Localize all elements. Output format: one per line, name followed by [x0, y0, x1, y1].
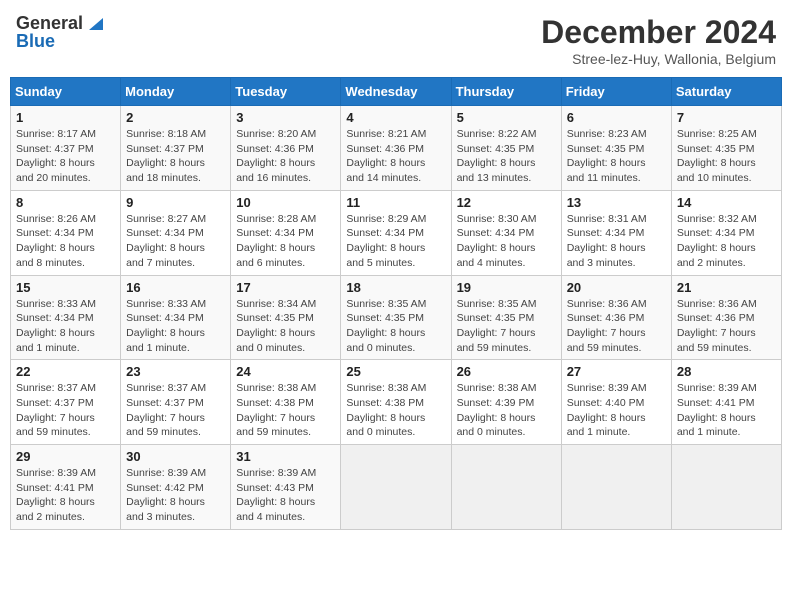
table-row: 30 Sunrise: 8:39 AM Sunset: 4:42 PM Dayl…: [121, 445, 231, 530]
week-row-4: 22 Sunrise: 8:37 AM Sunset: 4:37 PM Dayl…: [11, 360, 782, 445]
table-row: 18 Sunrise: 8:35 AM Sunset: 4:35 PM Dayl…: [341, 275, 451, 360]
table-row: 17 Sunrise: 8:34 AM Sunset: 4:35 PM Dayl…: [231, 275, 341, 360]
table-row: 23 Sunrise: 8:37 AM Sunset: 4:37 PM Dayl…: [121, 360, 231, 445]
calendar-table: Sunday Monday Tuesday Wednesday Thursday…: [10, 77, 782, 530]
table-row: 13 Sunrise: 8:31 AM Sunset: 4:34 PM Dayl…: [561, 190, 671, 275]
table-row: 10 Sunrise: 8:28 AM Sunset: 4:34 PM Dayl…: [231, 190, 341, 275]
table-row: 14 Sunrise: 8:32 AM Sunset: 4:34 PM Dayl…: [671, 190, 781, 275]
table-row: 8 Sunrise: 8:26 AM Sunset: 4:34 PM Dayli…: [11, 190, 121, 275]
logo-general-text: General: [16, 14, 83, 32]
col-saturday: Saturday: [671, 78, 781, 106]
col-tuesday: Tuesday: [231, 78, 341, 106]
week-row-1: 1 Sunrise: 8:17 AM Sunset: 4:37 PM Dayli…: [11, 106, 782, 191]
empty-cell: [341, 445, 451, 530]
table-row: 24 Sunrise: 8:38 AM Sunset: 4:38 PM Dayl…: [231, 360, 341, 445]
table-row: 19 Sunrise: 8:35 AM Sunset: 4:35 PM Dayl…: [451, 275, 561, 360]
table-row: 1 Sunrise: 8:17 AM Sunset: 4:37 PM Dayli…: [11, 106, 121, 191]
table-row: 15 Sunrise: 8:33 AM Sunset: 4:34 PM Dayl…: [11, 275, 121, 360]
col-monday: Monday: [121, 78, 231, 106]
table-row: 28 Sunrise: 8:39 AM Sunset: 4:41 PM Dayl…: [671, 360, 781, 445]
col-friday: Friday: [561, 78, 671, 106]
calendar-header-row: Sunday Monday Tuesday Wednesday Thursday…: [11, 78, 782, 106]
logo-icon: [85, 12, 103, 30]
location-subtitle: Stree-lez-Huy, Wallonia, Belgium: [541, 51, 776, 67]
logo-blue-text: Blue: [16, 32, 103, 50]
empty-cell: [561, 445, 671, 530]
table-row: 12 Sunrise: 8:30 AM Sunset: 4:34 PM Dayl…: [451, 190, 561, 275]
table-row: 20 Sunrise: 8:36 AM Sunset: 4:36 PM Dayl…: [561, 275, 671, 360]
table-row: 29 Sunrise: 8:39 AM Sunset: 4:41 PM Dayl…: [11, 445, 121, 530]
table-row: 11 Sunrise: 8:29 AM Sunset: 4:34 PM Dayl…: [341, 190, 451, 275]
table-row: 2 Sunrise: 8:18 AM Sunset: 4:37 PM Dayli…: [121, 106, 231, 191]
month-title: December 2024: [541, 14, 776, 51]
logo: General Blue: [16, 14, 103, 50]
week-row-3: 15 Sunrise: 8:33 AM Sunset: 4:34 PM Dayl…: [11, 275, 782, 360]
week-row-2: 8 Sunrise: 8:26 AM Sunset: 4:34 PM Dayli…: [11, 190, 782, 275]
empty-cell: [451, 445, 561, 530]
empty-cell: [671, 445, 781, 530]
table-row: 21 Sunrise: 8:36 AM Sunset: 4:36 PM Dayl…: [671, 275, 781, 360]
table-row: 16 Sunrise: 8:33 AM Sunset: 4:34 PM Dayl…: [121, 275, 231, 360]
col-sunday: Sunday: [11, 78, 121, 106]
table-row: 6 Sunrise: 8:23 AM Sunset: 4:35 PM Dayli…: [561, 106, 671, 191]
table-row: 25 Sunrise: 8:38 AM Sunset: 4:38 PM Dayl…: [341, 360, 451, 445]
table-row: 22 Sunrise: 8:37 AM Sunset: 4:37 PM Dayl…: [11, 360, 121, 445]
table-row: 4 Sunrise: 8:21 AM Sunset: 4:36 PM Dayli…: [341, 106, 451, 191]
title-section: December 2024 Stree-lez-Huy, Wallonia, B…: [541, 14, 776, 67]
col-wednesday: Wednesday: [341, 78, 451, 106]
page-header: General Blue December 2024 Stree-lez-Huy…: [10, 10, 782, 71]
table-row: 7 Sunrise: 8:25 AM Sunset: 4:35 PM Dayli…: [671, 106, 781, 191]
table-row: 3 Sunrise: 8:20 AM Sunset: 4:36 PM Dayli…: [231, 106, 341, 191]
table-row: 26 Sunrise: 8:38 AM Sunset: 4:39 PM Dayl…: [451, 360, 561, 445]
table-row: 31 Sunrise: 8:39 AM Sunset: 4:43 PM Dayl…: [231, 445, 341, 530]
col-thursday: Thursday: [451, 78, 561, 106]
table-row: 27 Sunrise: 8:39 AM Sunset: 4:40 PM Dayl…: [561, 360, 671, 445]
table-row: 9 Sunrise: 8:27 AM Sunset: 4:34 PM Dayli…: [121, 190, 231, 275]
table-row: 5 Sunrise: 8:22 AM Sunset: 4:35 PM Dayli…: [451, 106, 561, 191]
week-row-5: 29 Sunrise: 8:39 AM Sunset: 4:41 PM Dayl…: [11, 445, 782, 530]
